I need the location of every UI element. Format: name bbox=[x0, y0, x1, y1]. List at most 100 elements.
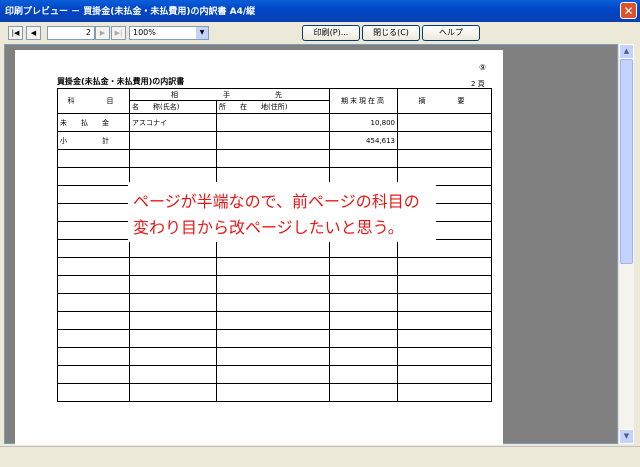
row-subject: 小 計 bbox=[57, 131, 130, 150]
empty-cell bbox=[57, 383, 130, 402]
preview-toolbar: |◀ ◀ 2 ▶ ▶| 100% ▼ 印刷(P)... 閉じる(C) ヘルプ bbox=[0, 22, 640, 44]
empty-cell bbox=[129, 365, 217, 384]
annotation-line-1: ページが半端なので、前ページの科目の bbox=[133, 192, 420, 211]
table-row: 小 計 454,613 bbox=[57, 131, 492, 150]
empty-cell bbox=[216, 311, 330, 330]
table-row bbox=[57, 383, 492, 402]
table-row bbox=[57, 149, 492, 168]
row-name: アスコナイ bbox=[129, 113, 217, 132]
empty-cell bbox=[397, 257, 492, 276]
empty-cell bbox=[397, 149, 492, 168]
close-button[interactable]: 閉じる(C) bbox=[362, 25, 420, 41]
empty-cell bbox=[397, 311, 492, 330]
empty-cell bbox=[397, 293, 492, 312]
header-name: 名 称(氏名) bbox=[129, 100, 217, 114]
empty-cell bbox=[216, 365, 330, 384]
preview-canvas: ⑨ 買掛金(未払金・未払費用)の内訳書 2 頁 科 目 相 手 先 期末現在高 … bbox=[4, 44, 618, 445]
first-page-button[interactable]: |◀ bbox=[8, 26, 23, 40]
row-name bbox=[129, 131, 217, 150]
empty-cell bbox=[329, 347, 398, 366]
scroll-thumb[interactable] bbox=[620, 59, 633, 264]
empty-cell bbox=[216, 239, 330, 258]
empty-cell bbox=[57, 365, 130, 384]
table-row bbox=[57, 347, 492, 366]
next-page-button[interactable]: ▶ bbox=[95, 26, 110, 40]
empty-cell bbox=[216, 257, 330, 276]
empty-cell bbox=[216, 275, 330, 294]
document-page: ⑨ 買掛金(未払金・未払費用)の内訳書 2 頁 科 目 相 手 先 期末現在高 … bbox=[15, 50, 503, 445]
empty-cell bbox=[57, 311, 130, 330]
table-row bbox=[57, 329, 492, 348]
row-balance: 454,613 bbox=[329, 131, 398, 150]
zoom-value: 100% bbox=[133, 28, 156, 37]
empty-cell bbox=[329, 311, 398, 330]
empty-cell bbox=[129, 275, 217, 294]
row-balance: 10,800 bbox=[329, 113, 398, 132]
empty-cell bbox=[57, 239, 130, 258]
empty-cell bbox=[397, 329, 492, 348]
empty-cell bbox=[216, 149, 330, 168]
header-counterparty: 相 手 先 bbox=[129, 88, 330, 101]
empty-cell bbox=[329, 239, 398, 258]
page-number-input[interactable]: 2 bbox=[47, 26, 95, 40]
empty-cell bbox=[397, 275, 492, 294]
table-row bbox=[57, 365, 492, 384]
empty-cell bbox=[329, 293, 398, 312]
zoom-select[interactable]: 100% ▼ bbox=[129, 26, 209, 40]
empty-cell bbox=[216, 347, 330, 366]
empty-cell bbox=[329, 383, 398, 402]
empty-cell bbox=[57, 293, 130, 312]
empty-cell bbox=[397, 347, 492, 366]
chevron-down-icon: ▼ bbox=[196, 27, 208, 39]
statement-table: 科 目 相 手 先 期末現在高 摘 要 名 称(氏名) 所 在 地(住所) 未 … bbox=[57, 88, 492, 402]
prev-page-button[interactable]: ◀ bbox=[26, 26, 41, 40]
print-button[interactable]: 印刷(P)... bbox=[302, 25, 360, 41]
scroll-up-icon[interactable]: ▲ bbox=[619, 44, 634, 59]
form-number: ⑨ bbox=[479, 63, 487, 72]
row-address bbox=[216, 113, 330, 132]
empty-cell bbox=[129, 311, 217, 330]
close-window-button[interactable]: ✕ bbox=[620, 2, 637, 19]
title-bar: 印刷プレビュー － 買掛金(未払金・未払費用)の内訳書 A4/縦 ✕ bbox=[0, 0, 640, 22]
annotation-callout: ページが半端なので、前ページの科目の 変わり目から改ページしたいと思う。 bbox=[128, 182, 436, 242]
row-address bbox=[216, 131, 330, 150]
help-button[interactable]: ヘルプ bbox=[422, 25, 480, 41]
scroll-down-icon[interactable]: ▼ bbox=[619, 429, 634, 444]
empty-cell bbox=[397, 365, 492, 384]
row-remarks bbox=[397, 113, 492, 132]
annotation-line-2: 変わり目から改ページしたいと思う。 bbox=[133, 218, 404, 237]
empty-cell bbox=[329, 275, 398, 294]
empty-cell bbox=[129, 347, 217, 366]
empty-cell bbox=[397, 239, 492, 258]
empty-cell bbox=[129, 149, 217, 168]
vertical-scrollbar[interactable]: ▲ ▼ bbox=[618, 44, 634, 444]
empty-cell bbox=[57, 149, 130, 168]
empty-cell bbox=[329, 257, 398, 276]
table-row bbox=[57, 275, 492, 294]
empty-cell bbox=[129, 329, 217, 348]
window-title: 印刷プレビュー － 買掛金(未払金・未払費用)の内訳書 A4/縦 bbox=[5, 7, 256, 17]
empty-cell bbox=[329, 365, 398, 384]
empty-cell bbox=[329, 149, 398, 168]
empty-cell bbox=[57, 167, 130, 186]
document-title: 買掛金(未払金・未払費用)の内訳書 bbox=[57, 77, 185, 86]
empty-cell bbox=[329, 329, 398, 348]
empty-cell bbox=[129, 293, 217, 312]
header-remarks: 摘 要 bbox=[397, 88, 492, 114]
header-balance: 期末現在高 bbox=[329, 88, 398, 114]
table-row bbox=[57, 311, 492, 330]
header-subject: 科 目 bbox=[57, 88, 130, 114]
empty-cell bbox=[129, 239, 217, 258]
last-page-button[interactable]: ▶| bbox=[111, 26, 126, 40]
table-row bbox=[57, 293, 492, 312]
table-row bbox=[57, 239, 492, 258]
empty-cell bbox=[216, 329, 330, 348]
header-address: 所 在 地(住所) bbox=[216, 100, 330, 114]
row-subject: 未 払 金 bbox=[57, 113, 130, 132]
table-row: 未 払 金 アスコナイ 10,800 bbox=[57, 113, 492, 132]
empty-cell bbox=[57, 347, 130, 366]
empty-cell bbox=[57, 185, 130, 204]
table-row bbox=[57, 257, 492, 276]
status-bar bbox=[0, 446, 640, 467]
empty-cell bbox=[57, 203, 130, 222]
